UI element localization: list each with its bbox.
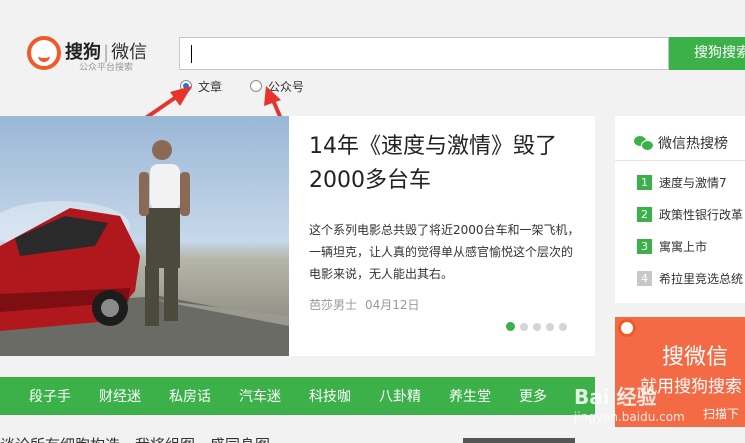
carousel-dot[interactable] xyxy=(506,322,515,331)
sogou-logo-icon xyxy=(27,36,61,70)
search-type-account[interactable]: 公众号 xyxy=(250,78,304,94)
hot-search-label[interactable]: 政策性银行改革 xyxy=(659,206,743,223)
radio-unchecked-icon[interactable] xyxy=(250,80,262,92)
category-nav: 段子手 财经迷 私房话 汽车迷 科技咖 八卦精 养生堂 更多 xyxy=(0,377,595,415)
search-type-label: 文章 xyxy=(198,79,223,94)
wechat-icon xyxy=(634,136,654,151)
rank-badge: 4 xyxy=(637,271,652,286)
divider xyxy=(615,160,745,161)
search-button[interactable]: 搜狗搜索 xyxy=(669,37,745,70)
featured-image[interactable] xyxy=(0,116,289,356)
search-type-label: 公众号 xyxy=(268,79,305,94)
promo-title: 搜微信 xyxy=(662,345,729,370)
article-list-title[interactable]: 谈论所有细胞构造，我将组图，盛同身图 xyxy=(0,434,270,443)
nav-item-yangshengtang[interactable]: 养生堂 xyxy=(449,386,491,406)
featured-author[interactable]: 芭莎男士 xyxy=(309,298,357,312)
featured-date: 04月12日 xyxy=(365,298,420,312)
hot-search-title: 微信热搜榜 xyxy=(658,136,728,152)
sogou-logo[interactable]: 搜狗 | 微信 公众平台搜索 xyxy=(27,36,157,76)
featured-meta: 芭莎男士 04月12日 xyxy=(309,296,420,313)
hot-search-label[interactable]: 速度与激情7 xyxy=(659,174,727,191)
search-type-article[interactable]: 文章 xyxy=(180,78,222,94)
nav-item-kejika[interactable]: 科技咖 xyxy=(309,386,351,406)
carousel-dot[interactable] xyxy=(546,323,554,331)
nav-item-qichemi[interactable]: 汽车迷 xyxy=(239,386,281,406)
text-cursor xyxy=(191,45,192,63)
hot-search-panel: 微信热搜榜 1 速度与激情7 2 政策性银行改革 3 寓寓上市 4 希拉里竞选总… xyxy=(615,116,745,303)
rank-badge: 2 xyxy=(637,207,652,222)
carousel-dot[interactable] xyxy=(520,323,528,331)
hot-search-label[interactable]: 寓寓上市 xyxy=(659,238,707,255)
logo-subtitle: 公众平台搜索 xyxy=(79,63,134,73)
hot-search-item[interactable]: 2 政策性银行改革 xyxy=(637,206,743,223)
article-thumbnail[interactable] xyxy=(463,438,575,443)
carousel-dots xyxy=(506,322,567,331)
featured-description: 这个系列电影总共毁了将近2000台车和一架飞机，一辆坦克，让人真的觉得单从感官愉… xyxy=(309,223,580,281)
carousel-dot[interactable] xyxy=(559,323,567,331)
sogou-logo-icon xyxy=(618,319,636,337)
radio-checked-icon[interactable] xyxy=(180,80,192,92)
car-scene-illustration xyxy=(0,140,289,356)
nav-item-duanzishou[interactable]: 段子手 xyxy=(29,386,71,406)
promo-scan-text: 扫描下 xyxy=(703,407,740,421)
rank-badge: 1 xyxy=(637,175,652,190)
hot-search-header: 微信热搜榜 xyxy=(634,133,728,153)
hot-search-item[interactable]: 1 速度与激情7 xyxy=(637,174,727,191)
baidu-jingyan-watermark: Bai 经验 jingyan.baidu.com xyxy=(574,385,685,424)
featured-title[interactable]: 14年《速度与激情》毁了2000多台车 xyxy=(309,130,579,198)
hot-search-label[interactable]: 希拉里竞选总统 xyxy=(659,270,743,287)
rank-badge: 3 xyxy=(637,239,652,254)
nav-item-sifanghua[interactable]: 私房话 xyxy=(169,386,211,406)
carousel-dot[interactable] xyxy=(533,323,541,331)
nav-item-caijingmi[interactable]: 财经迷 xyxy=(99,386,141,406)
search-input[interactable] xyxy=(179,37,669,70)
nav-item-more[interactable]: 更多 xyxy=(519,386,547,406)
hot-search-item[interactable]: 3 寓寓上市 xyxy=(637,238,707,255)
hot-search-item[interactable]: 4 希拉里竞选总统 xyxy=(637,270,743,287)
nav-item-baguajing[interactable]: 八卦精 xyxy=(379,386,421,406)
